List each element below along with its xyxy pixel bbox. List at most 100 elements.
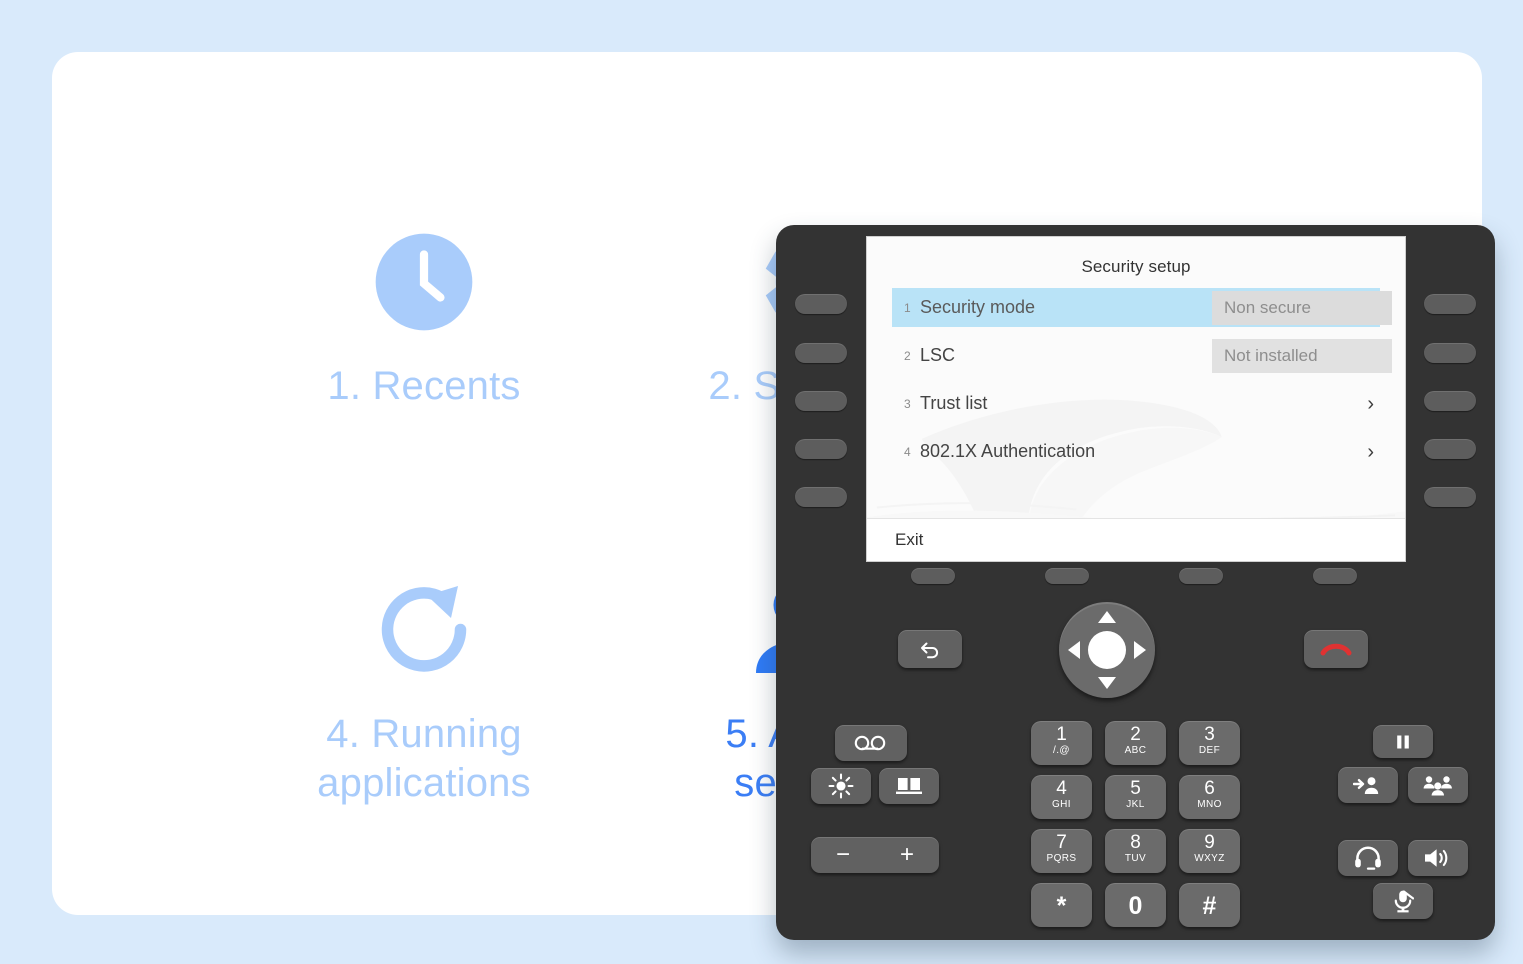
key-1[interactable]: 1 /.@ [1031, 721, 1092, 765]
select-button[interactable] [1088, 631, 1126, 669]
tile-recents[interactable]: 1. Recents [274, 202, 574, 411]
key-letters: GHI [1052, 799, 1071, 810]
menu-label: Security mode [920, 297, 1036, 317]
softkey-exit[interactable]: Exit [895, 530, 923, 550]
nav-right-arrow-icon[interactable] [1134, 641, 1146, 659]
key-digit: 0 [1128, 892, 1143, 920]
menu-value: Non secure [1212, 290, 1392, 325]
menu-row-8021x-authentication[interactable]: 4 802.1X Authentication › [892, 432, 1380, 471]
line-key-right-4[interactable] [1424, 439, 1476, 459]
voicemail-button[interactable] [835, 725, 907, 761]
tile-running-applications[interactable]: 4. Running applications [274, 550, 574, 808]
menu-index: 1 [904, 300, 911, 315]
line-key-right-5[interactable] [1424, 487, 1476, 507]
menu-label: LSC [920, 345, 956, 365]
key-letters: PQRS [1046, 853, 1077, 864]
menu-row-lsc[interactable]: 2 LSC Not installed [892, 336, 1392, 375]
sun-settings-icon [828, 773, 854, 799]
navigation-pad[interactable] [1059, 602, 1155, 698]
line-key-left-3[interactable] [795, 391, 847, 411]
key-letters: /.@ [1053, 745, 1070, 756]
nav-down-arrow-icon[interactable] [1098, 677, 1116, 689]
line-key-left-1[interactable] [795, 294, 847, 314]
menu-row-security-mode[interactable]: 1 Security mode Non secure [892, 288, 1392, 327]
directory-button[interactable] [879, 768, 939, 804]
key-digit: 1 [1056, 724, 1067, 745]
back-button[interactable] [898, 630, 962, 668]
menu-label: 802.1X Authentication [920, 441, 1096, 461]
softkey-button-1[interactable] [911, 568, 955, 584]
softkey-button-4[interactable] [1313, 568, 1357, 584]
chevron-right-icon: › [1367, 392, 1374, 415]
clock-icon [274, 202, 574, 362]
menu-index: 2 [904, 348, 911, 363]
line-key-left-4[interactable] [795, 439, 847, 459]
directory-book-icon [896, 778, 922, 794]
softkey-button-3[interactable] [1179, 568, 1223, 584]
chevron-right-icon: › [1367, 440, 1374, 463]
key-letters: WXYZ [1194, 853, 1225, 864]
key-letters: ABC [1124, 745, 1147, 756]
key-digit: 4 [1056, 778, 1067, 799]
menu-index: 4 [904, 444, 911, 459]
hold-pause-icon [1397, 735, 1409, 748]
back-icon [921, 642, 939, 659]
volume-up-label[interactable]: + [900, 843, 914, 867]
speakerphone-button[interactable] [1408, 840, 1468, 876]
key-7[interactable]: 7 PQRS [1031, 829, 1092, 873]
mute-microphone-icon [1394, 890, 1414, 913]
key-digit: 7 [1056, 832, 1067, 853]
nav-left-arrow-icon[interactable] [1068, 641, 1080, 659]
softkey-button-2[interactable] [1045, 568, 1089, 584]
screen-title: Security setup [1081, 257, 1191, 276]
tile-label: 1. Recents [327, 364, 521, 408]
headset-button[interactable] [1338, 840, 1398, 876]
conference-button[interactable] [1408, 767, 1468, 803]
speakerphone-icon [1425, 849, 1448, 867]
key-2[interactable]: 2 ABC [1105, 721, 1166, 765]
key-9[interactable]: 9 WXYZ [1179, 829, 1240, 873]
conference-icon [1423, 776, 1452, 796]
key-3[interactable]: 3 DEF [1179, 721, 1240, 765]
key-6[interactable]: 6 MNO [1179, 775, 1240, 819]
menu-index: 3 [904, 396, 911, 411]
transfer-button[interactable] [1338, 767, 1398, 803]
key-letters: MNO [1197, 799, 1222, 810]
key-digit: 5 [1130, 778, 1141, 799]
tile-label: 4. Running applications [317, 712, 531, 805]
menu-row-trust-list[interactable]: 3 Trust list › [892, 384, 1380, 423]
ip-phone: Security setup 1 Security mode Non secur… [776, 225, 1495, 940]
transfer-icon [1353, 777, 1379, 794]
key-letters: JKL [1126, 799, 1145, 810]
volume-rocker[interactable]: − + [811, 837, 939, 873]
key-0[interactable]: 0 [1105, 883, 1166, 927]
key-8[interactable]: 8 TUV [1105, 829, 1166, 873]
key-digit: 8 [1130, 832, 1141, 853]
volume-down-label[interactable]: − [836, 843, 850, 867]
line-key-right-3[interactable] [1424, 391, 1476, 411]
phone-screen: Security setup 1 Security mode Non secur… [866, 236, 1406, 562]
line-key-right-2[interactable] [1424, 343, 1476, 363]
nav-up-arrow-icon[interactable] [1098, 611, 1116, 623]
key-5[interactable]: 5 JKL [1105, 775, 1166, 819]
line-key-right-1[interactable] [1424, 294, 1476, 314]
end-call-icon [1320, 643, 1352, 656]
line-key-left-5[interactable] [795, 487, 847, 507]
key-pound[interactable]: # [1179, 883, 1240, 927]
headset-icon [1355, 846, 1381, 870]
key-letters: TUV [1124, 853, 1147, 864]
key-digit: 9 [1204, 832, 1215, 853]
release-button[interactable] [1304, 630, 1368, 668]
security-setup-menu: 1 Security mode Non secure 2 LSC Not ins… [867, 288, 1405, 471]
key-digit: 3 [1204, 724, 1215, 745]
line-key-left-2[interactable] [795, 343, 847, 363]
key-digit: * [1056, 892, 1067, 920]
key-star[interactable]: * [1031, 883, 1092, 927]
key-digit: 6 [1204, 778, 1215, 799]
mute-button[interactable] [1373, 883, 1433, 919]
hold-button[interactable] [1373, 725, 1433, 758]
key-4[interactable]: 4 GHI [1031, 775, 1092, 819]
settings-button[interactable] [811, 768, 871, 804]
voicemail-icon [854, 735, 886, 751]
menu-value: Not installed [1212, 338, 1392, 373]
